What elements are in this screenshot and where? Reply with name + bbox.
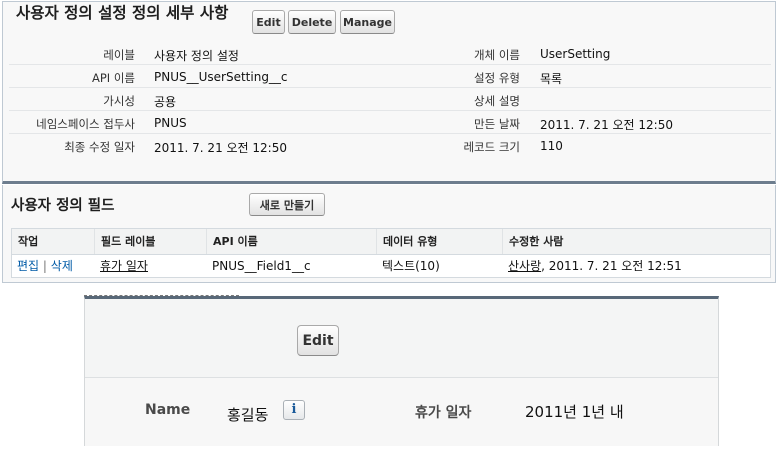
- last-modified-label: 최종 수정 일자: [64, 140, 135, 154]
- delete-button[interactable]: Delete: [288, 10, 336, 34]
- column-header-field-label: 필드 레이블: [94, 229, 206, 254]
- row-divider: [9, 133, 771, 134]
- record-size-label: 레코드 크기: [463, 140, 520, 154]
- record-fields-section: Name 홍길동 i 휴가 일자 2011년 1년 내: [85, 378, 718, 446]
- description-label: 상세 설명: [474, 94, 520, 108]
- last-modified-value: 2011. 7. 21 오전 12:50: [154, 141, 287, 155]
- row-divider: [9, 110, 771, 111]
- object-name-value: UserSetting: [540, 47, 611, 61]
- field-label-link[interactable]: 휴가 일자: [100, 259, 148, 273]
- column-header-modified-by: 수정한 사람: [502, 229, 770, 254]
- modified-by-cell: 산사랑, 2011. 7. 21 오전 12:51: [502, 255, 770, 278]
- column-header-action: 작업: [18, 235, 39, 248]
- manage-button[interactable]: Manage: [340, 10, 395, 34]
- delete-link[interactable]: 삭제: [51, 259, 73, 273]
- visibility-label: 가시성: [103, 94, 135, 108]
- divider-fragment: [84, 288, 239, 296]
- field-label-cell: 휴가 일자: [94, 255, 206, 278]
- table-row: 편집 | 삭제 휴가 일자 PNUS__Field1__c 텍스트(10) 산사…: [12, 255, 770, 278]
- edit-button[interactable]: Edit: [252, 10, 285, 34]
- column-header-data-type: 데이터 유형: [376, 229, 502, 254]
- data-type-cell: 텍스트(10): [382, 259, 440, 273]
- table-header-row: 작업 필드 레이블 API 이름 데이터 유형 수정한 사람: [12, 229, 770, 255]
- object-name-label: 개체 이름: [474, 48, 520, 62]
- action-separator: |: [42, 259, 47, 273]
- custom-fields-panel: 사용자 정의 필드 새로 만들기 작업 필드 레이블 API 이름 데이터 유형…: [2, 185, 776, 283]
- setting-type-value: 목록: [540, 72, 563, 86]
- custom-fields-title: 사용자 정의 필드: [11, 198, 115, 214]
- custom-fields-table: 작업 필드 레이블 API 이름 데이터 유형 수정한 사람 편집 | 삭제 휴…: [11, 228, 771, 278]
- setting-type-label: 설정 유형: [474, 71, 520, 85]
- settings-detail-panel: 사용자 정의 설정 정의 세부 사항 Edit Delete Manage 레이…: [2, 1, 776, 184]
- record-size-value: 110: [540, 139, 563, 153]
- api-name-cell: PNUS__Field1__c: [212, 259, 311, 273]
- modified-by-user-link[interactable]: 산사랑: [508, 259, 541, 273]
- page-title: 사용자 정의 설정 정의 세부 사항: [16, 4, 229, 22]
- edit-link[interactable]: 편집: [17, 259, 39, 273]
- visibility-value: 공용: [154, 95, 177, 109]
- row-divider: [9, 64, 771, 65]
- namespace-prefix-value: PNUS: [154, 116, 187, 130]
- row-divider: [9, 87, 771, 88]
- created-date-label: 만든 날짜: [474, 117, 520, 131]
- name-field-label: Name: [145, 402, 191, 418]
- label-field-label: 레이블: [103, 48, 135, 62]
- api-name-label: API 이름: [91, 71, 135, 85]
- vacation-date-value: 2011년 1년 내: [525, 403, 624, 421]
- modified-at-text: , 2011. 7. 21 오전 12:51: [541, 259, 682, 273]
- label-field-value: 사용자 정의 설정: [154, 49, 239, 63]
- name-field-value: 홍길동: [227, 406, 269, 424]
- created-date-value: 2011. 7. 21 오전 12:50: [540, 118, 673, 132]
- record-detail-panel: Edit Name 홍길동 i 휴가 일자 2011년 1년 내: [84, 296, 719, 446]
- namespace-prefix-label: 네임스페이스 접두사: [36, 117, 135, 131]
- record-edit-button[interactable]: Edit: [297, 325, 339, 356]
- new-field-button[interactable]: 새로 만들기: [249, 193, 325, 216]
- api-name-value: PNUS__UserSetting__c: [154, 70, 288, 84]
- info-icon[interactable]: i: [283, 400, 305, 420]
- vacation-date-label: 휴가 일자: [415, 405, 472, 421]
- action-cell: 편집 | 삭제: [12, 255, 94, 278]
- column-header-api-name: API 이름: [206, 229, 376, 254]
